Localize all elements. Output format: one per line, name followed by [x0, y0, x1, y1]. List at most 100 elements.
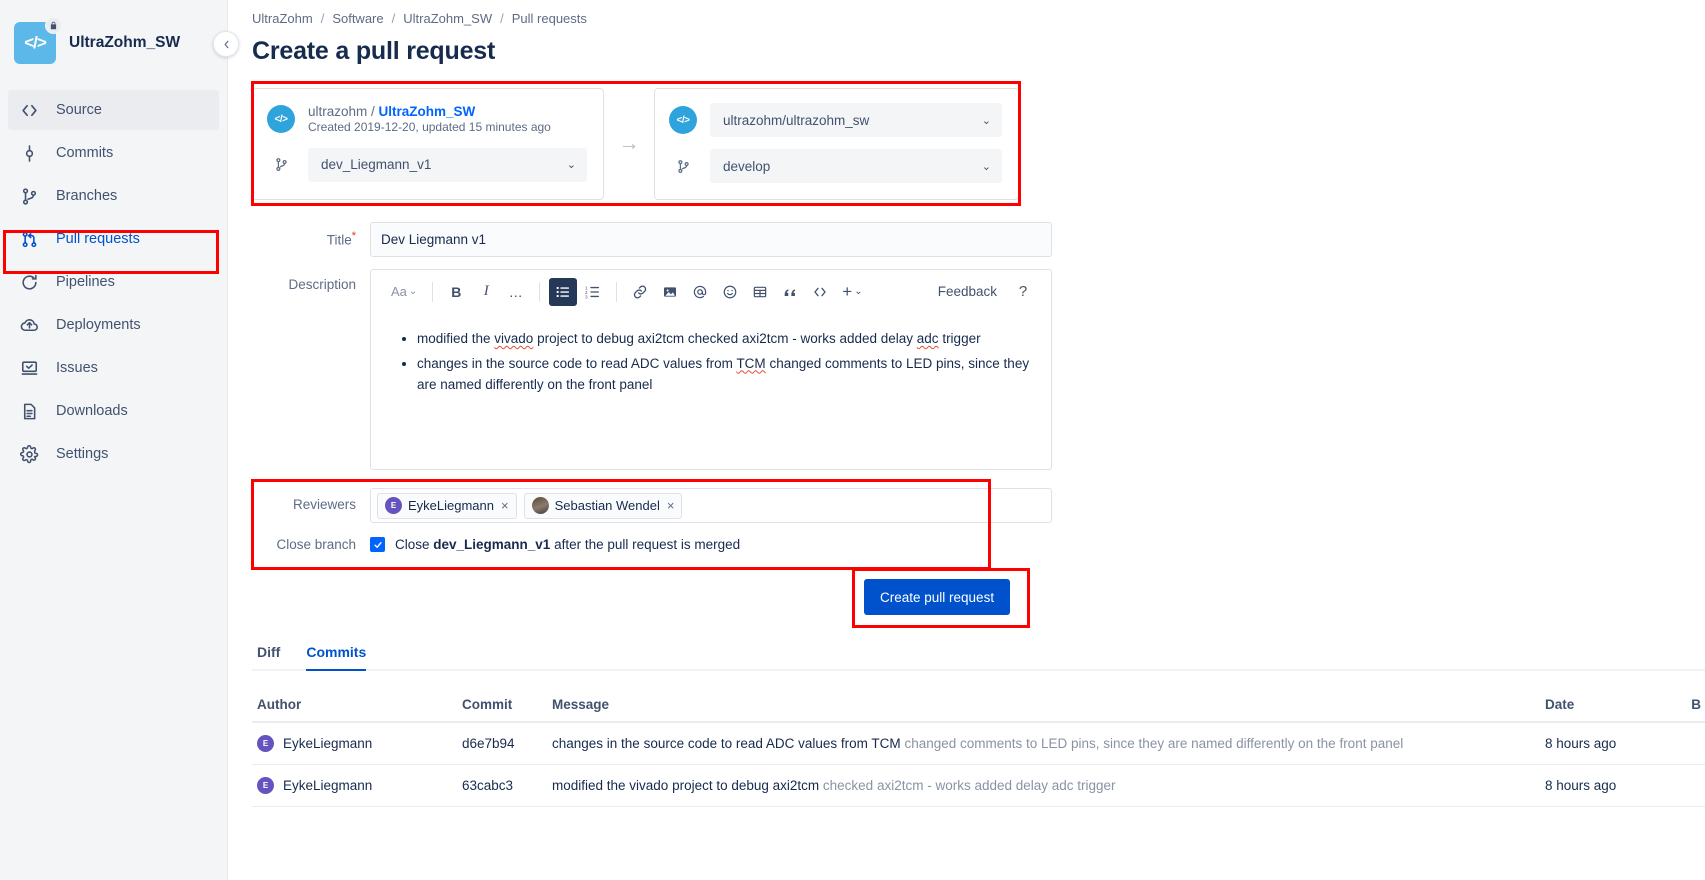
sidebar-item-deployments[interactable]: Deployments — [8, 305, 219, 345]
commits-table: Author Commit Message Date B E EykeLiegm… — [252, 697, 1705, 807]
repo-avatar-glyph: </> — [24, 33, 47, 52]
close-branch-label: Close branch — [276, 537, 356, 552]
table-icon[interactable] — [746, 278, 774, 306]
commit-message-main: changes in the source code to read ADC v… — [552, 736, 901, 751]
arrow-glyph: → — [618, 132, 640, 155]
avatar-initial: E — [262, 739, 269, 748]
source-repo-card: </> ultrazohm / UltraZohm_SW Created 201… — [252, 88, 604, 200]
remove-reviewer-icon[interactable]: × — [667, 498, 675, 513]
direction-arrow-icon: → — [604, 88, 654, 200]
chevron-down-icon: ⌄ — [981, 114, 991, 127]
source-repo-name[interactable]: UltraZohm_SW — [379, 104, 476, 119]
tab-commits[interactable]: Commits — [306, 644, 366, 671]
plus-glyph: + — [842, 282, 853, 301]
source-branch-select[interactable]: dev_Liegmann_v1 ⌄ — [308, 147, 587, 182]
tab-diff[interactable]: Diff — [257, 644, 280, 669]
close-branch-prefix: Close — [395, 537, 434, 552]
feedback-button[interactable]: Feedback — [928, 284, 1007, 299]
reviewers-input[interactable]: E EykeLiegmann × S Sebastian Wendel × — [370, 488, 1052, 523]
reviewers-row: Reviewers E EykeLiegmann × S Sebastian W… — [252, 488, 1052, 523]
source-repo-timestamps: Created 2019-12-20, updated 15 minutes a… — [308, 120, 551, 135]
breadcrumb-separator: / — [500, 11, 504, 26]
sidebar-item-pipelines[interactable]: Pipelines — [8, 262, 219, 302]
reviewer-token[interactable]: S Sebastian Wendel × — [523, 492, 683, 519]
description-body[interactable]: modified the vivado project to debug axi… — [371, 314, 1051, 469]
commit-hash[interactable]: 63cabc3 — [462, 778, 552, 793]
breadcrumb-item-3[interactable]: Pull requests — [512, 12, 587, 25]
table-row[interactable]: E EykeLiegmann 63cabc3 modified the viva… — [252, 765, 1705, 807]
text-style-icon[interactable]: Aa ⌄ — [385, 278, 423, 306]
reviewers-label: Reviewers — [292, 497, 356, 512]
sidebar-item-pull-requests[interactable]: Pull requests — [8, 219, 219, 259]
breadcrumb: UltraZohm / Software / UltraZohm_SW / Pu… — [228, 12, 1705, 25]
sidebar-item-commits[interactable]: Commits — [8, 133, 219, 173]
chevron-down-icon: ⌄ — [566, 159, 576, 172]
bullet-list-icon[interactable] — [549, 277, 578, 306]
sidebar-repo-header[interactable]: </> UltraZohm_SW — [0, 17, 227, 64]
destination-repo-card: </> ultrazohm/ultrazohm_sw ⌄ develop ⌄ — [654, 88, 1019, 200]
mention-icon[interactable] — [686, 278, 714, 306]
more-glyph: … — [508, 283, 524, 300]
sidebar-repo-name: UltraZohm_SW — [69, 34, 181, 51]
destination-repo-value: ultrazohm/ultrazohm_sw — [723, 112, 870, 128]
issue-icon — [20, 359, 46, 378]
toolbar-divider — [616, 281, 618, 302]
sidebar-item-branches[interactable]: Branches — [8, 176, 219, 216]
branch-icon — [669, 158, 697, 175]
breadcrumb-item-0[interactable]: UltraZohm — [252, 12, 313, 25]
italic-icon[interactable]: I — [472, 278, 500, 306]
commit-message: changes in the source code to read ADC v… — [552, 736, 1545, 751]
sidebar-collapse-button[interactable] — [213, 31, 239, 57]
sidebar-item-source[interactable]: Source — [8, 90, 219, 130]
description-bullet: modified the vivado project to debug axi… — [417, 328, 1031, 350]
link-icon[interactable] — [626, 278, 654, 306]
main-content: UltraZohm / Software / UltraZohm_SW / Pu… — [228, 0, 1705, 880]
commit-author: E EykeLiegmann — [252, 735, 462, 752]
table-row[interactable]: E EykeLiegmann d6e7b94 changes in the so… — [252, 723, 1705, 765]
source-repo-slash: / — [367, 104, 379, 119]
sidebar-item-settings[interactable]: Settings — [8, 434, 219, 474]
branch-icon — [20, 187, 46, 206]
breadcrumb-item-2[interactable]: UltraZohm_SW — [403, 12, 492, 25]
destination-repo-select[interactable]: ultrazohm/ultrazohm_sw ⌄ — [710, 103, 1002, 137]
close-branch-checkbox[interactable] — [370, 537, 385, 552]
editor-toolbar: Aa ⌄ B I … 1 2 3 + ⌄ Feedback ? — [371, 270, 1051, 314]
quote-icon[interactable] — [776, 278, 804, 306]
commit-message: modified the vivado project to debug axi… — [552, 778, 1545, 793]
sidebar-item-issues[interactable]: Issues — [8, 348, 219, 388]
reviewer-name: Sebastian Wendel — [554, 498, 660, 513]
create-pull-request-button[interactable]: Create pull request — [864, 579, 1011, 615]
numbered-list-icon[interactable]: 123 — [579, 278, 607, 306]
lock-icon — [45, 17, 62, 34]
chevron-down-icon: ⌄ — [408, 286, 418, 297]
column-header-builds: B — [1691, 697, 1701, 712]
commit-author-name: EykeLiegmann — [283, 778, 373, 793]
description-bullet-list: modified the vivado project to debug axi… — [391, 328, 1031, 396]
commit-hash[interactable]: d6e7b94 — [462, 736, 552, 751]
download-icon — [20, 402, 46, 421]
emoji-icon[interactable] — [716, 278, 744, 306]
source-repo-avatar-glyph: </> — [274, 113, 288, 125]
reviewer-token[interactable]: E EykeLiegmann × — [377, 492, 517, 519]
sidebar-item-downloads[interactable]: Downloads — [8, 391, 219, 431]
code-icon[interactable] — [806, 278, 834, 306]
remove-reviewer-icon[interactable]: × — [501, 498, 509, 513]
title-input[interactable] — [370, 222, 1052, 257]
image-icon[interactable] — [656, 278, 684, 306]
more-formatting-icon[interactable]: … — [502, 278, 530, 306]
branch-selector-row: </> ultrazohm / UltraZohm_SW Created 201… — [252, 88, 1052, 200]
reviewers-zone: Reviewers E EykeLiegmann × S Sebastian W… — [251, 479, 1052, 570]
breadcrumb-item-1[interactable]: Software — [332, 12, 383, 25]
insert-more-icon[interactable]: + ⌄ — [836, 278, 868, 306]
sidebar-item-label: Downloads — [56, 403, 128, 419]
bold-icon[interactable]: B — [442, 278, 470, 306]
gear-icon — [20, 444, 46, 464]
help-icon[interactable]: ? — [1009, 278, 1037, 306]
destination-branch-select[interactable]: develop ⌄ — [710, 149, 1002, 183]
source-repo-owner: ultrazohm — [308, 104, 368, 119]
column-header-commit: Commit — [462, 697, 513, 712]
commit-author-name: EykeLiegmann — [283, 736, 373, 751]
source-repo-meta: ultrazohm / UltraZohm_SW Created 2019-12… — [308, 103, 551, 136]
destination-repo-line: </> ultrazohm/ultrazohm_sw ⌄ — [669, 103, 1002, 137]
description-label: Description — [288, 277, 356, 292]
